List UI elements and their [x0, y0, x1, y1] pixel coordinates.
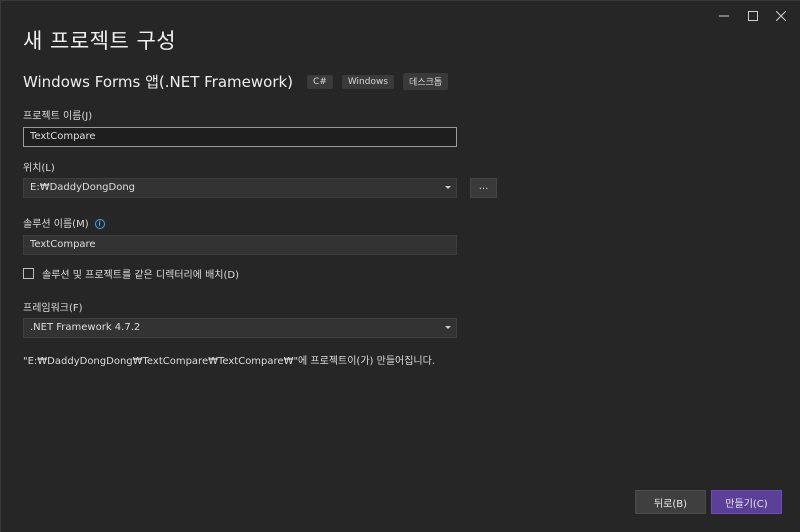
solution-name-label-row: 솔루션 이름(M) i	[23, 215, 105, 230]
framework-label: 프레임워크(F)	[23, 303, 83, 314]
minimize-icon	[719, 15, 729, 17]
location-label: 위치(L)	[23, 163, 55, 174]
tag-platform: Windows	[341, 74, 395, 89]
solution-name-input[interactable]: TextCompare	[23, 235, 457, 255]
maximize-icon	[748, 11, 758, 21]
page-title: 새 프로젝트 구성	[23, 29, 177, 53]
maximize-button[interactable]	[743, 9, 763, 23]
template-header: Windows Forms 앱(.NET Framework) C# Windo…	[23, 71, 457, 92]
browse-button[interactable]: ...	[470, 178, 497, 198]
project-path-note: "E:₩DaddyDongDong₩TextCompare₩TextCompar…	[23, 356, 435, 367]
tag-language: C#	[307, 74, 333, 89]
tag-project-type: 데스크톱	[403, 73, 449, 90]
new-project-dialog: 새 프로젝트 구성 Windows Forms 앱(.NET Framework…	[0, 0, 800, 532]
info-icon[interactable]: i	[94, 219, 105, 229]
location-value: E:₩DaddyDongDong	[30, 182, 136, 193]
minimize-button[interactable]	[714, 9, 734, 23]
same-directory-option[interactable]: 솔루션 및 프로젝트를 같은 디렉터리에 배치(D)	[23, 266, 239, 281]
location-combobox[interactable]: E:₩DaddyDongDong	[23, 178, 457, 198]
chevron-down-icon	[445, 326, 451, 329]
create-button[interactable]: 만들기(C)	[711, 490, 782, 514]
chevron-down-icon	[445, 186, 451, 189]
close-icon	[776, 11, 786, 21]
framework-value: .NET Framework 4.7.2	[30, 322, 141, 333]
close-button[interactable]	[771, 9, 791, 23]
back-button[interactable]: 뒤로(B)	[635, 490, 706, 514]
same-directory-checkbox[interactable]	[23, 268, 34, 279]
framework-combobox[interactable]: .NET Framework 4.7.2	[23, 318, 457, 338]
project-name-label: 프로젝트 이름(J)	[23, 111, 93, 122]
template-name: Windows Forms 앱(.NET Framework)	[23, 73, 294, 91]
project-name-input[interactable]: TextCompare	[23, 127, 457, 147]
same-directory-label: 솔루션 및 프로젝트를 같은 디렉터리에 배치(D)	[42, 270, 239, 281]
solution-name-label: 솔루션 이름(M)	[23, 219, 89, 230]
